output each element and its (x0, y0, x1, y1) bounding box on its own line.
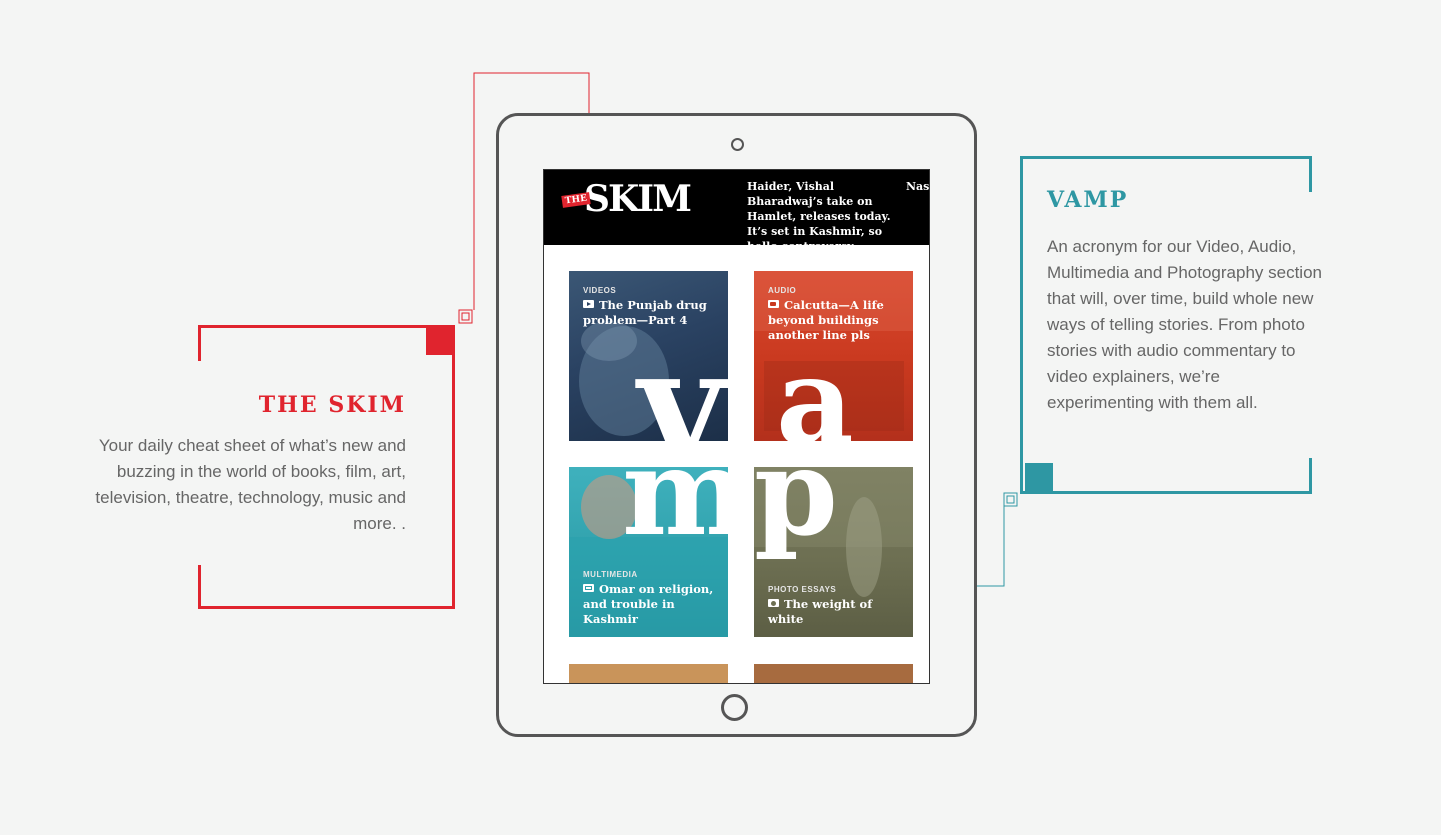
vamp-description: An acronym for our Video, Audio, Multime… (1047, 237, 1322, 412)
tile-title: The weight of white (768, 597, 873, 626)
vamp-accent-square (1025, 463, 1053, 491)
speaker-icon (768, 300, 779, 308)
skim-connector-node (458, 309, 473, 324)
play-icon (583, 300, 594, 308)
tile-category: PHOTO ESSAYS (768, 585, 837, 594)
multimedia-icon (583, 584, 594, 592)
vamp-letter-p: p (754, 422, 838, 563)
vamp-letter-m: m (622, 422, 749, 563)
skim-headline-next[interactable]: Nase auto ‘And not p (906, 179, 929, 194)
tablet-screen: SKIM THE Haider, Vishal Bharadwaj’s take… (543, 169, 930, 684)
vamp-connector-node (1003, 492, 1018, 507)
camera-icon (768, 599, 779, 607)
skim-description: Your daily cheat sheet of what’s new and… (95, 436, 406, 533)
tile-category: MULTIMEDIA (583, 570, 638, 579)
skim-title: THE SKIM (258, 392, 406, 418)
skim-accent-square (426, 327, 454, 355)
skim-header-bar: SKIM THE Haider, Vishal Bharadwaj’s take… (544, 170, 929, 253)
tile-partial-right[interactable] (754, 664, 913, 683)
skim-logo[interactable]: SKIM (584, 178, 692, 220)
tile-partial-left[interactable] (569, 664, 728, 683)
home-button[interactable] (721, 694, 748, 721)
tile-title: Omar on religion, and trouble in Kashmir (583, 582, 714, 626)
tile-category: VIDEOS (583, 286, 617, 295)
tile-category: AUDIO (768, 286, 797, 295)
camera-icon (731, 138, 744, 151)
vamp-title: VAMP (1047, 187, 1129, 213)
skim-headline[interactable]: Haider, Vishal Bharadwaj’s take on Hamle… (747, 179, 899, 254)
